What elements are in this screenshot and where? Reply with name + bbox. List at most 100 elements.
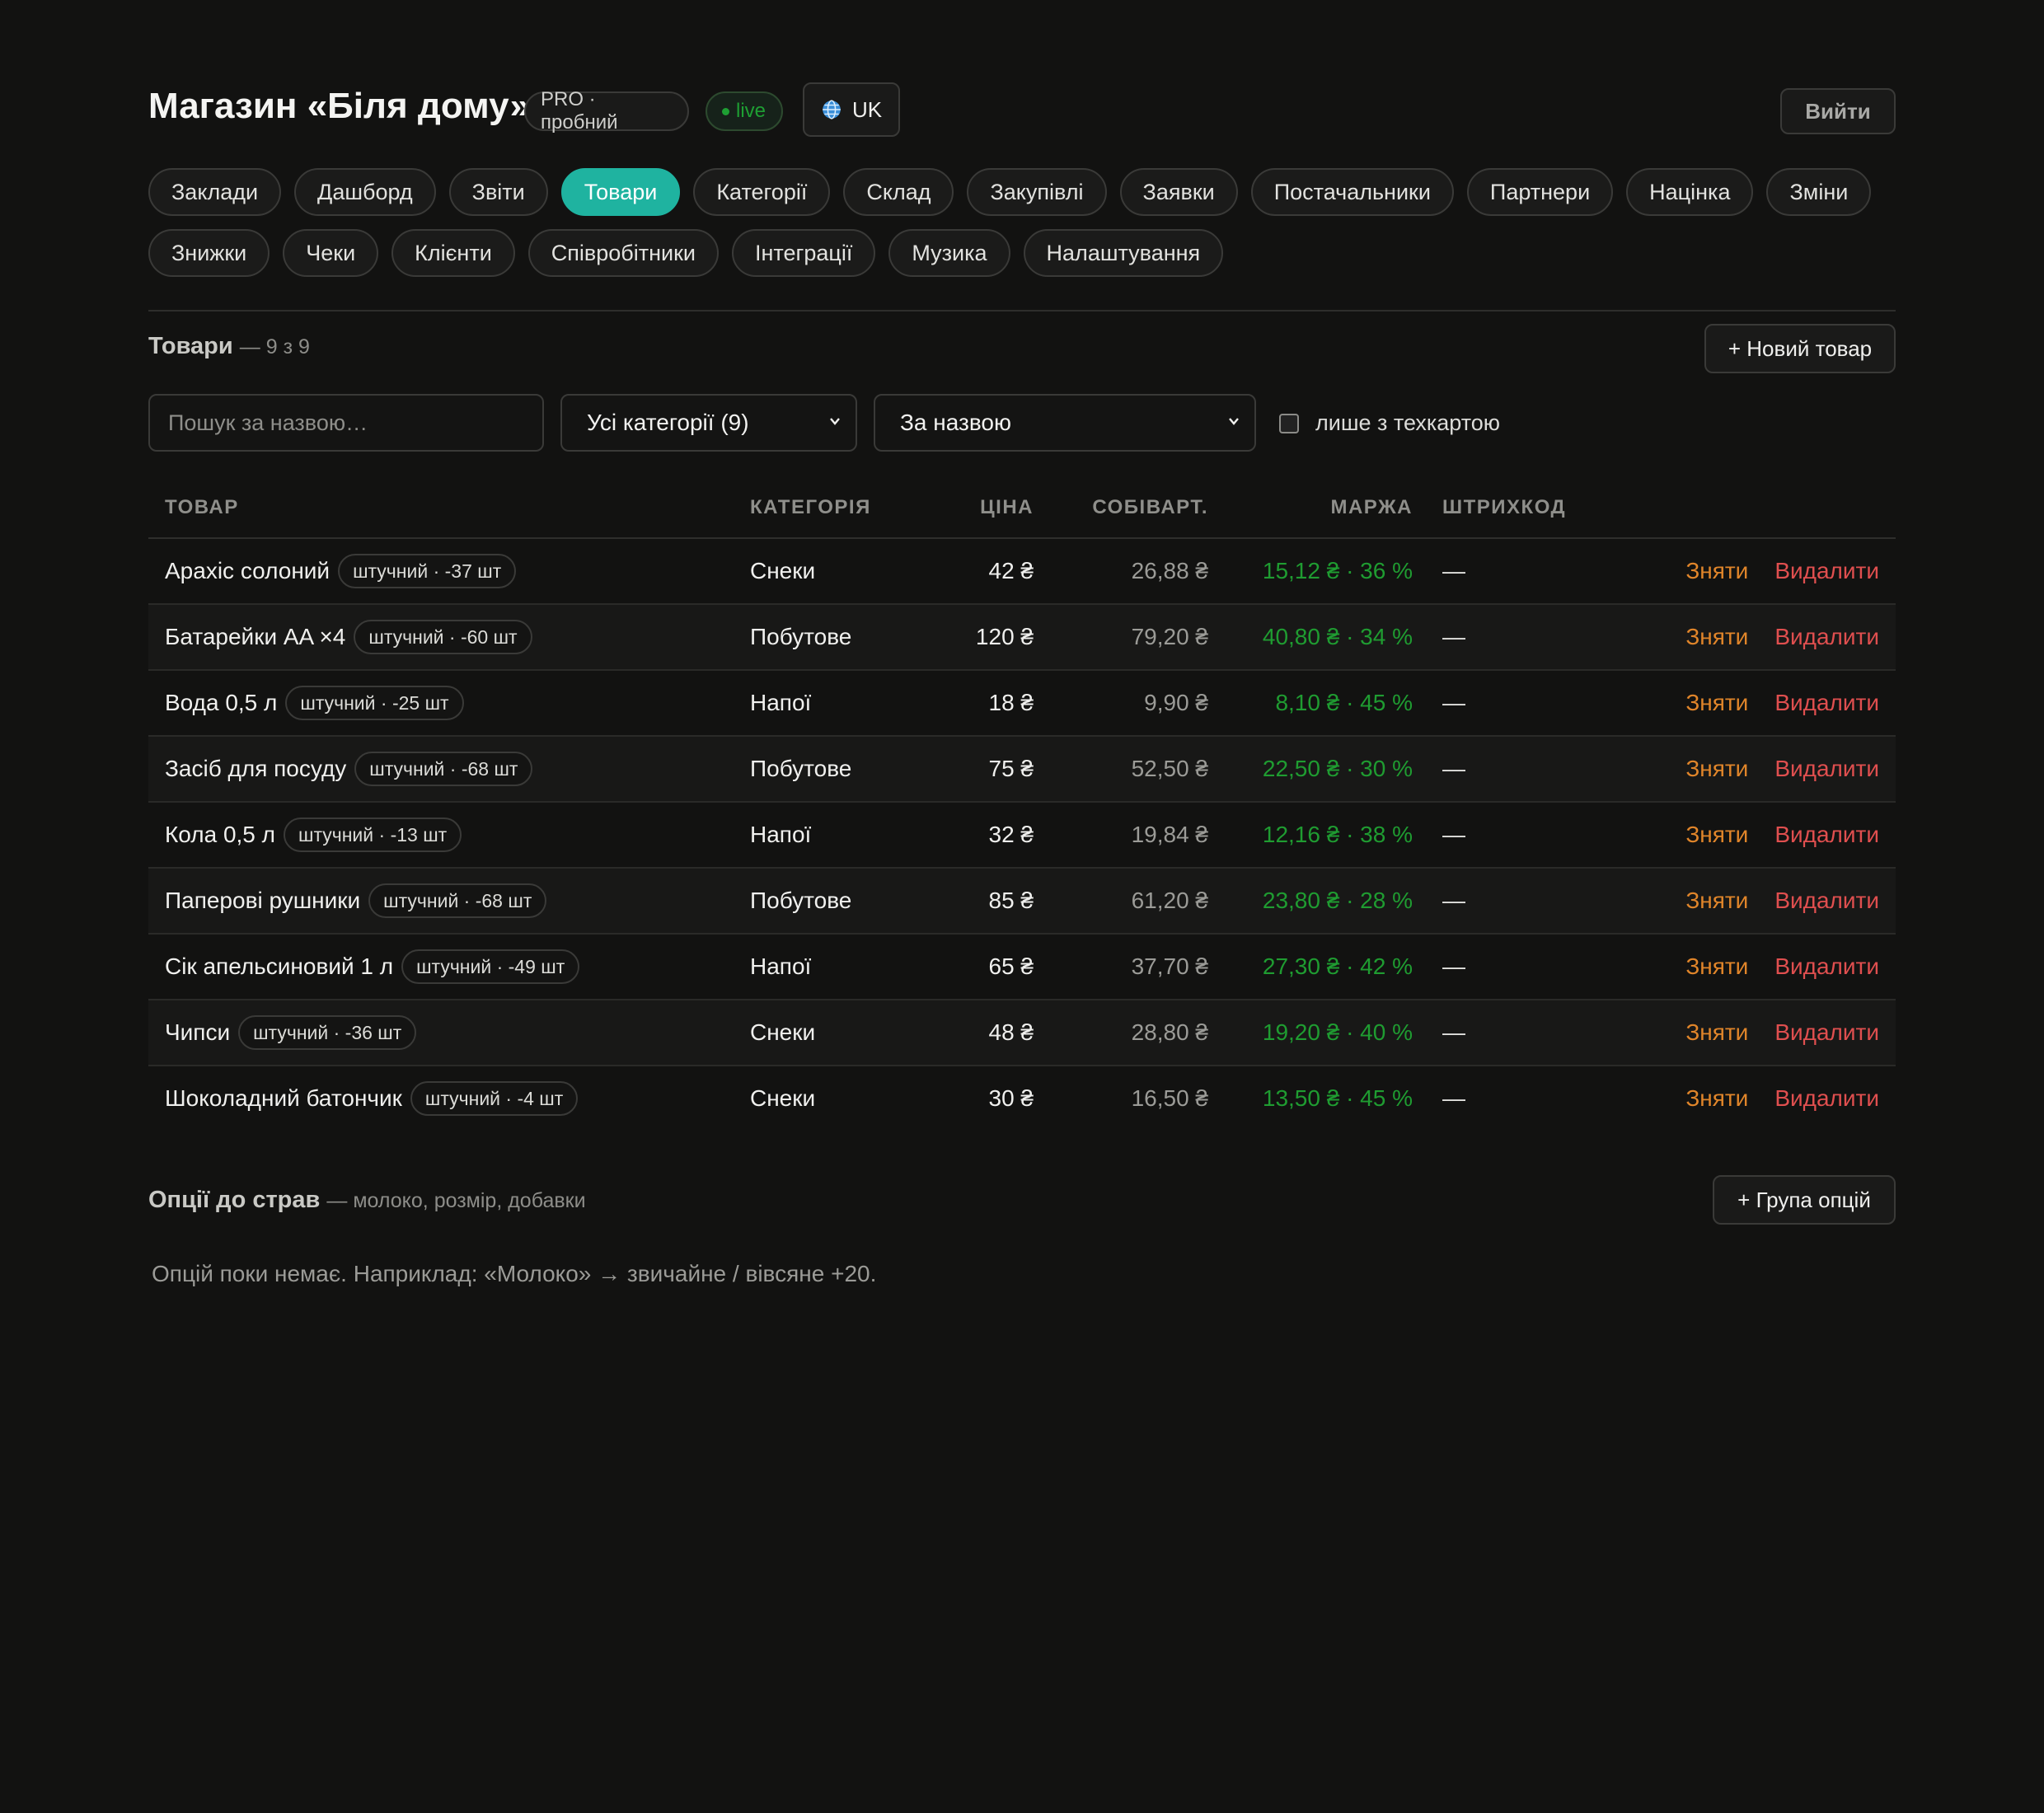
nav-tab-row1-4[interactable]: Категорії	[693, 168, 831, 216]
product-name[interactable]: Сік апельсиновий 1 л	[165, 953, 393, 980]
product-price: 75 ₴	[988, 756, 1034, 781]
delete-link[interactable]: Видалити	[1774, 953, 1879, 980]
nav-tab-row2-2[interactable]: Клієнти	[391, 229, 515, 277]
product-name[interactable]: Кола 0,5 л	[165, 822, 275, 848]
unpublish-link[interactable]: Зняти	[1685, 690, 1748, 716]
product-price: 18 ₴	[988, 690, 1034, 715]
nav-tab-row1-9[interactable]: Партнери	[1466, 168, 1614, 216]
table-row: Кола 0,5 л штучний · -13 шт Напої 32 ₴ 19,84…	[148, 803, 1896, 869]
delete-link[interactable]: Видалити	[1774, 1019, 1879, 1046]
nav-tab-row2-5[interactable]: Музика	[888, 229, 1010, 277]
product-name-cell: Вода 0,5 л штучний · -25 шт	[165, 671, 464, 735]
nav-tab-row1-5[interactable]: Склад	[843, 168, 954, 216]
products-table: ТОВАР КАТЕГОРІЯ ЦІНА СОБІВАРТ. МАРЖА ШТР…	[148, 480, 1896, 1132]
unpublish-link[interactable]: Зняти	[1685, 953, 1748, 980]
nav-tab-row1-10[interactable]: Націнка	[1626, 168, 1754, 216]
nav-tab-row2-1[interactable]: Чеки	[283, 229, 379, 277]
product-stock-tag: штучний · -49 шт	[401, 949, 580, 984]
product-cost: 37,70 ₴	[1131, 953, 1208, 979]
unpublish-link[interactable]: Зняти	[1685, 624, 1748, 650]
sort-select[interactable]: За назвою	[874, 394, 1256, 452]
product-barcode: —	[1442, 624, 1465, 649]
product-margin: 12,16 ₴ · 38 %	[1262, 822, 1413, 847]
language-switcher[interactable]: UK	[803, 82, 900, 137]
unpublish-link[interactable]: Зняти	[1685, 1085, 1748, 1112]
delete-link[interactable]: Видалити	[1774, 558, 1879, 584]
language-code: UK	[851, 96, 883, 122]
product-margin: 13,50 ₴ · 45 %	[1262, 1085, 1413, 1111]
product-name[interactable]: Засіб для посуду	[165, 756, 346, 782]
product-cost: 9,90 ₴	[1144, 690, 1208, 715]
nav-tab-row1-3[interactable]: Товари	[560, 168, 681, 216]
search-input[interactable]: Пошук за назвою…	[148, 394, 544, 452]
product-name[interactable]: Шоколадний батончик	[165, 1085, 402, 1112]
product-name[interactable]: Паперові рушники	[165, 888, 360, 914]
delete-link[interactable]: Видалити	[1774, 822, 1879, 848]
delete-link[interactable]: Видалити	[1774, 756, 1879, 782]
product-name[interactable]: Арахіс солоний	[165, 558, 330, 584]
product-category: Напої	[750, 953, 812, 979]
products-heading: Товари — 9 з 9	[148, 333, 310, 360]
nav-tab-row1-0[interactable]: Заклади	[148, 168, 282, 216]
row-actions: Зняти Видалити	[1685, 605, 1879, 669]
product-category: Снеки	[750, 1019, 816, 1045]
nav-tab-row1-11[interactable]: Зміни	[1766, 168, 1872, 216]
product-name-cell: Сік апельсиновий 1 л штучний · -49 шт	[165, 935, 580, 999]
nav-tab-row1-8[interactable]: Постачальники	[1250, 168, 1454, 216]
techcard-only-checkbox[interactable]	[1279, 413, 1299, 433]
row-actions: Зняти Видалити	[1685, 671, 1879, 735]
column-header-product: ТОВАР	[165, 496, 239, 518]
category-select[interactable]: Усі категорії (9)	[560, 394, 857, 452]
nav-tab-row1-6[interactable]: Закупівлі	[967, 168, 1107, 216]
table-row: Паперові рушники штучний · -68 шт Побутове…	[148, 869, 1896, 935]
delete-link[interactable]: Видалити	[1774, 1085, 1879, 1112]
product-name[interactable]: Чипси	[165, 1019, 230, 1046]
new-product-button[interactable]: + Новий товар	[1704, 324, 1896, 373]
product-margin: 22,50 ₴ · 30 %	[1262, 756, 1413, 781]
options-empty-message: Опцій поки немає. Наприклад: «Молоко» → …	[152, 1261, 877, 1286]
table-row: Чипси штучний · -36 шт Снеки 48 ₴ 28,80 ₴ 19,…	[148, 1000, 1896, 1066]
nav-tab-row2-6[interactable]: Налаштування	[1023, 229, 1224, 277]
table-row: Засіб для посуду штучний · -68 шт Побутове…	[148, 737, 1896, 803]
add-option-group-button[interactable]: + Група опцій	[1713, 1175, 1896, 1225]
table-row: Батарейки AA ×4 штучний · -60 шт Побутове 1…	[148, 605, 1896, 671]
product-stock-tag: штучний · -36 шт	[238, 1015, 417, 1050]
product-margin: 8,10 ₴ · 45 %	[1275, 690, 1413, 715]
techcard-only-filter[interactable]: лише з техкартою	[1279, 410, 1500, 436]
nav-tab-row1-1[interactable]: Дашборд	[294, 168, 436, 216]
product-price: 42 ₴	[988, 558, 1034, 583]
delete-link[interactable]: Видалити	[1774, 690, 1879, 716]
table-row: Сік апельсиновий 1 л штучний · -49 шт Напо…	[148, 935, 1896, 1000]
product-name[interactable]: Батарейки AA ×4	[165, 624, 345, 650]
logout-button[interactable]: Вийти	[1780, 88, 1896, 134]
nav-tab-row2-4[interactable]: Інтеграції	[732, 229, 876, 277]
product-barcode: —	[1442, 822, 1465, 847]
nav-tab-row1-7[interactable]: Заявки	[1119, 168, 1238, 216]
delete-link[interactable]: Видалити	[1774, 624, 1879, 650]
section-divider	[148, 310, 1896, 312]
row-actions: Зняти Видалити	[1685, 1000, 1879, 1065]
column-header-cost: СОБІВАРТ.	[1092, 496, 1208, 518]
unpublish-link[interactable]: Зняти	[1685, 558, 1748, 584]
product-name[interactable]: Вода 0,5 л	[165, 690, 277, 716]
row-actions: Зняти Видалити	[1685, 539, 1879, 603]
live-status-label: live	[736, 100, 766, 122]
nav-tab-row2-0[interactable]: Знижки	[148, 229, 270, 277]
delete-link[interactable]: Видалити	[1774, 888, 1879, 914]
product-category: Побутове	[750, 756, 852, 781]
nav-tab-row2-3[interactable]: Співробітники	[527, 229, 720, 277]
unpublish-link[interactable]: Зняти	[1685, 756, 1748, 782]
live-status-badge: live	[706, 91, 783, 131]
row-actions: Зняти Видалити	[1685, 737, 1879, 801]
table-body: Арахіс солоний штучний · -37 шт Снеки 42 ₴ 2…	[148, 539, 1896, 1132]
column-header-price: ЦІНА	[980, 496, 1034, 518]
unpublish-link[interactable]: Зняти	[1685, 888, 1748, 914]
unpublish-link[interactable]: Зняти	[1685, 822, 1748, 848]
product-cost: 16,50 ₴	[1131, 1085, 1208, 1111]
product-barcode: —	[1442, 690, 1465, 715]
unpublish-link[interactable]: Зняти	[1685, 1019, 1748, 1046]
nav-tab-row1-2[interactable]: Звіти	[448, 168, 548, 216]
product-category: Напої	[750, 690, 812, 715]
product-price: 85 ₴	[988, 888, 1034, 913]
products-count: — 9 з 9	[239, 335, 310, 358]
